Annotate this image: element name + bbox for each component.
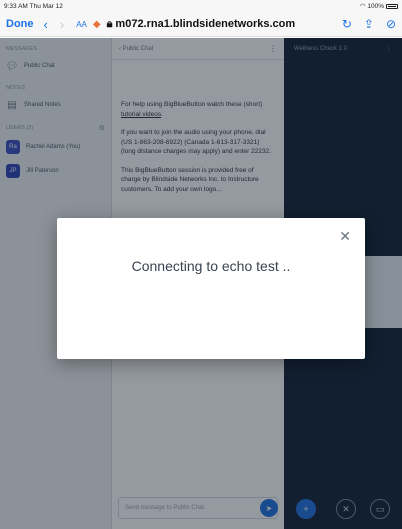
back-icon[interactable]: ‹: [44, 17, 48, 32]
compass-icon[interactable]: ⊘: [386, 17, 396, 31]
extension-icon[interactable]: ◆: [93, 19, 101, 30]
close-icon[interactable]: ✕: [339, 228, 351, 245]
battery-icon: [386, 3, 398, 9]
share-icon[interactable]: ⇪: [364, 17, 374, 31]
status-date: Thu Mar 12: [29, 2, 63, 10]
status-right: ◠ 100%: [360, 2, 398, 10]
battery-percent: 100%: [367, 2, 384, 10]
url-text: m072.rna1.blindsidenetworks.com: [115, 18, 296, 30]
audio-modal: ✕ Connecting to echo test ..: [57, 218, 365, 359]
address-bar[interactable]: 🔒︎ m072.rna1.blindsidenetworks.com: [107, 18, 296, 31]
forward-icon[interactable]: ›: [60, 17, 64, 32]
done-button[interactable]: Done: [6, 18, 34, 30]
status-time: 9:33 AM: [4, 2, 28, 10]
wifi-icon: ◠: [359, 3, 366, 10]
text-size-button[interactable]: AA: [76, 20, 87, 29]
reload-icon[interactable]: ↻: [342, 17, 352, 31]
modal-message: Connecting to echo test ..: [131, 258, 291, 274]
lock-icon: 🔒︎: [106, 17, 113, 30]
browser-toolbar: Done ‹ › AA ◆ 🔒︎ m072.rna1.blindsidenetw…: [0, 12, 402, 37]
status-bar: 9:33 AM Thu Mar 12 ◠ 100%: [0, 0, 402, 12]
